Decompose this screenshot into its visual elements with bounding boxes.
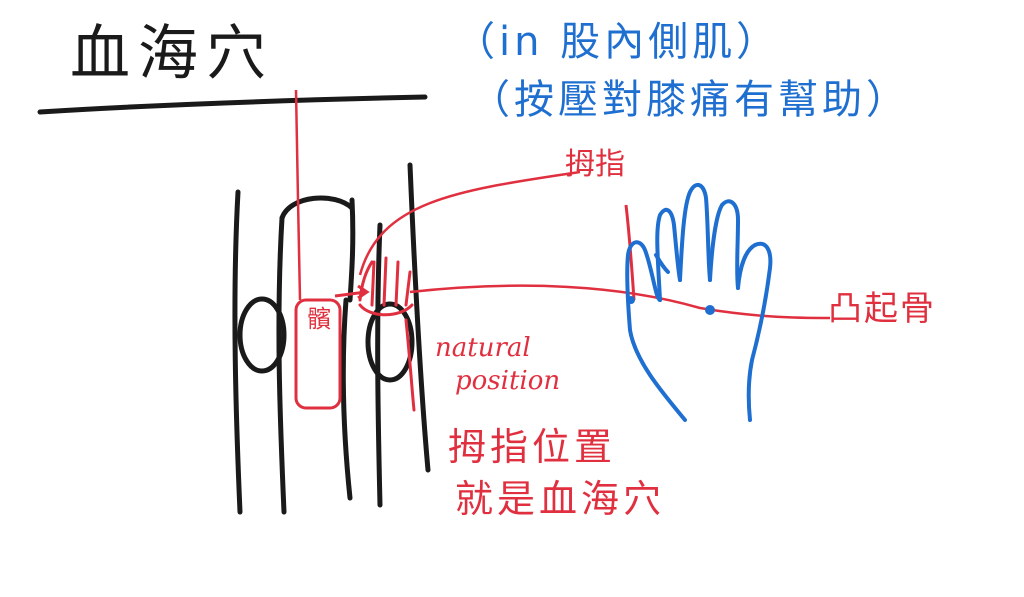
natural-label: natural bbox=[435, 333, 531, 363]
title-pointer-line bbox=[294, 89, 302, 301]
thumb-base-dot bbox=[627, 296, 635, 304]
page-title: 血海穴 bbox=[70, 19, 274, 89]
title-underline bbox=[37, 94, 428, 115]
whiteboard-diagram: 血海穴 （in 股內側肌） （按壓對膝痛有幫助） 拇指 凸起骨 natural … bbox=[0, 0, 1024, 593]
bone-dot bbox=[705, 305, 715, 315]
leg-outline bbox=[232, 162, 431, 515]
position-label: position bbox=[455, 366, 561, 396]
acupoint-label: 就是血海穴 bbox=[455, 477, 666, 521]
note-benefit: （按壓對膝痛有幫助） bbox=[470, 77, 910, 123]
kneecap-label: 髕 bbox=[307, 305, 331, 333]
note-muscle: （in 股內側肌） bbox=[455, 19, 781, 65]
thumb-pointer-line bbox=[358, 170, 581, 276]
bone-label: 凸起骨 bbox=[828, 289, 936, 329]
large-hand bbox=[625, 182, 773, 422]
thumb-position-label: 拇指位置 bbox=[448, 425, 617, 469]
thumb-label: 拇指 bbox=[565, 147, 625, 182]
